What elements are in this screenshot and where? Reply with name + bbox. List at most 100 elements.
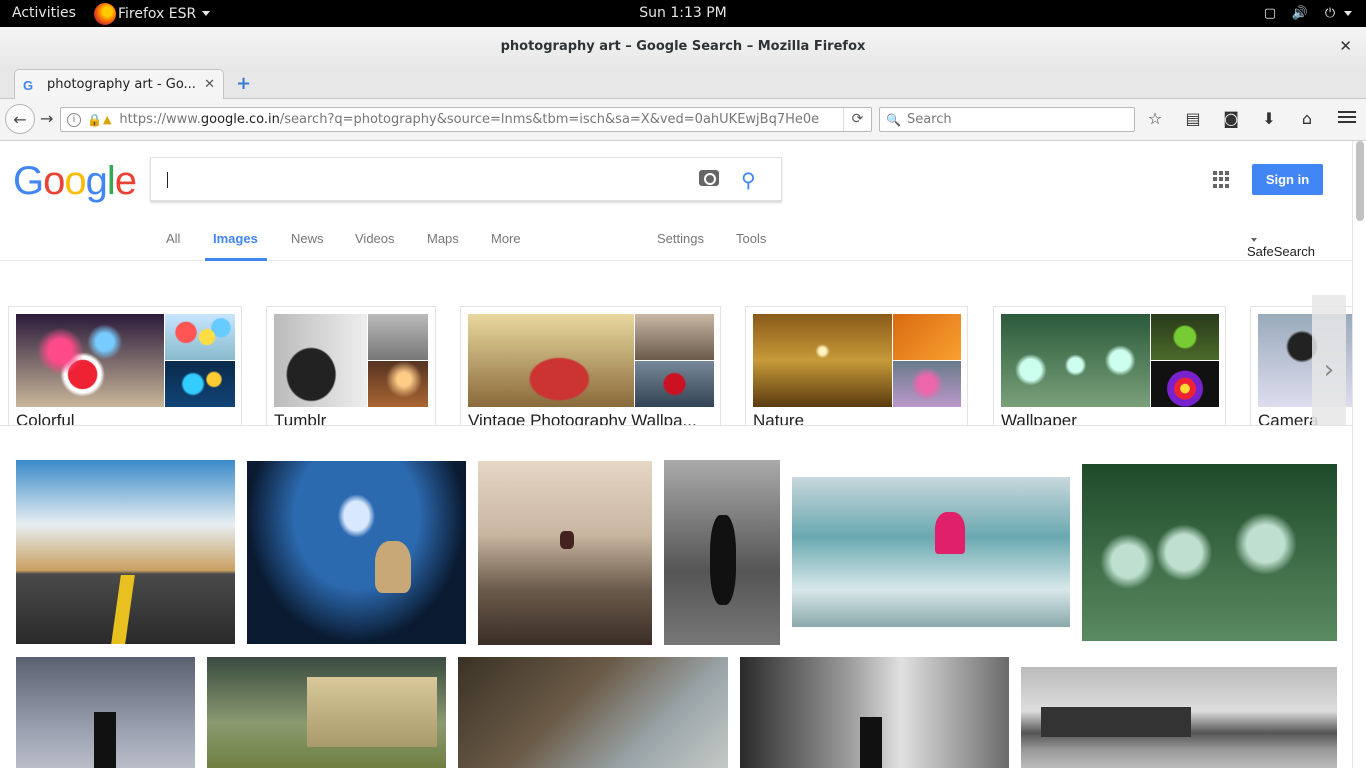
system-tray[interactable]: ▢ 🔊 ⏻ (1262, 5, 1352, 21)
category-card[interactable]: Tumblr (266, 306, 436, 425)
category-label: Colorful (16, 411, 75, 426)
page-scrollbar[interactable] (1352, 141, 1366, 768)
image-result[interactable] (740, 657, 1009, 768)
url-domain: google.co.in (200, 112, 280, 127)
chevron-down-icon (1344, 10, 1352, 16)
info-icon[interactable]: i (67, 112, 81, 127)
apps-grid-icon[interactable] (1213, 171, 1230, 188)
star-icon[interactable]: ☆ (1146, 109, 1164, 128)
category-card[interactable]: Colorful (8, 306, 242, 426)
pocket-icon[interactable]: ◙ (1222, 109, 1240, 128)
tab-strip: G photography art - Go... ✕ + (0, 67, 1366, 99)
new-tab-icon[interactable]: + (236, 73, 251, 94)
gnome-top-bar: Activities Firefox ESR Sun 1:13 PM ▢ 🔊 ⏻ (0, 0, 1366, 27)
image-result[interactable] (458, 657, 728, 768)
image-result[interactable] (792, 477, 1070, 627)
search-placeholder: Search (906, 112, 952, 127)
app-menu-label: Firefox ESR (118, 5, 197, 22)
tools-link[interactable]: Tools (736, 231, 766, 246)
logo-letter: e (114, 159, 137, 203)
back-button[interactable]: ← (5, 104, 35, 134)
chevron-down-icon (1251, 237, 1257, 242)
safesearch-dropdown[interactable]: SafeSearch (1247, 231, 1315, 259)
firefox-logo-icon (94, 2, 116, 25)
canvas-decoration (307, 677, 437, 747)
category-label: Nature (753, 411, 805, 426)
text-cursor (167, 172, 168, 188)
clipboard-icon[interactable]: ▤ (1184, 109, 1202, 128)
category-thumbnail (165, 361, 235, 407)
browser-search-box[interactable]: 🔍 Search (879, 107, 1135, 132)
toolbar-icons: ☆ ▤ ◙ ⬇ ⌂ (1146, 109, 1316, 128)
chevron-right-icon[interactable]: › (1312, 295, 1346, 425)
scrollbar-thumb[interactable] (1356, 141, 1364, 221)
url-prefix: https://www. (119, 112, 201, 127)
search-icon[interactable]: ⚲ (741, 168, 756, 192)
activities-button[interactable]: Activities (12, 5, 76, 21)
logo-letter: l (106, 159, 116, 203)
google-favicon-icon: G (23, 77, 34, 93)
safesearch-label: SafeSearch (1247, 244, 1315, 259)
warning-icon: ▲ (102, 113, 112, 126)
forward-button[interactable]: → (40, 109, 53, 128)
image-result[interactable] (478, 461, 652, 645)
tab-maps[interactable]: Maps (427, 231, 459, 246)
url-bar[interactable]: i 🔒 ▲ https://www.google.co.in/search?q=… (60, 107, 872, 132)
title-bar: photography art – Google Search – Mozill… (0, 27, 1366, 67)
image-result[interactable] (664, 460, 780, 645)
window-title: photography art – Google Search – Mozill… (500, 39, 866, 54)
url-path: /search?q=photography&source=lnms&tbm=is… (279, 112, 820, 127)
close-tab-icon[interactable]: ✕ (204, 77, 215, 92)
suited-figure-decoration (94, 712, 116, 768)
image-result[interactable] (1082, 464, 1337, 641)
window-icon: ▢ (1263, 5, 1277, 21)
google-logo[interactable]: Google (13, 159, 137, 204)
search-type-tabs: All Images News Videos Maps More Setting… (0, 218, 1352, 261)
tab-news[interactable]: News (291, 231, 324, 246)
browser-tab[interactable]: G photography art - Go... ✕ (14, 69, 224, 99)
parliament-silhouette-decoration (1041, 707, 1191, 737)
related-searches-strip: Colorful Tumblr Vintage Photography Wall… (0, 279, 1352, 426)
tab-all[interactable]: All (166, 231, 180, 246)
logo-letter: g (85, 159, 108, 203)
lock-icon: 🔒 (87, 112, 102, 127)
google-search-input[interactable]: ⚲ (150, 157, 782, 201)
tab-videos[interactable]: Videos (355, 231, 395, 246)
category-card[interactable]: Nature (745, 306, 968, 426)
volume-icon: 🔊 (1291, 5, 1309, 21)
category-label: Camera (1258, 411, 1319, 426)
road-line-decoration (111, 575, 135, 644)
firefox-window: photography art – Google Search – Mozill… (0, 27, 1366, 768)
search-icon: 🔍 (886, 112, 901, 127)
category-card[interactable]: Wallpaper (993, 306, 1226, 426)
category-thumbnail (1151, 314, 1219, 360)
home-icon[interactable]: ⌂ (1298, 109, 1316, 128)
tab-label: photography art - Go... (47, 77, 196, 92)
reflection-decoration (710, 515, 736, 605)
download-icon[interactable]: ⬇ (1260, 109, 1278, 128)
camera-icon[interactable] (699, 170, 719, 186)
settings-link[interactable]: Settings (657, 231, 704, 246)
red-hood-figure-decoration (935, 512, 965, 554)
image-result[interactable] (16, 460, 235, 644)
app-menu[interactable]: Firefox ESR (94, 2, 211, 25)
category-thumbnail (753, 314, 892, 407)
category-thumbnail (635, 314, 714, 360)
google-images-page: Google ⚲ Sign in All Images News Videos … (0, 141, 1352, 768)
tab-more[interactable]: More (491, 231, 521, 246)
arrow-left-icon: ← (13, 109, 27, 129)
category-thumbnail (893, 361, 961, 407)
hamburger-icon[interactable] (1338, 108, 1356, 126)
sign-in-button[interactable]: Sign in (1252, 164, 1323, 195)
reload-icon[interactable]: ⟳ (843, 108, 871, 131)
image-result[interactable] (16, 657, 195, 768)
image-result[interactable] (247, 461, 466, 644)
category-thumbnail (368, 361, 428, 407)
tab-images[interactable]: Images (213, 231, 258, 246)
close-window-icon[interactable]: ✕ (1339, 37, 1352, 55)
image-result[interactable] (207, 657, 446, 768)
image-result[interactable] (1021, 667, 1337, 768)
url-text[interactable]: https://www.google.co.in/search?q=photog… (119, 112, 843, 127)
category-label: Wallpaper (1001, 411, 1077, 426)
category-card[interactable]: Vintage Photography Wallpa... (460, 306, 721, 425)
